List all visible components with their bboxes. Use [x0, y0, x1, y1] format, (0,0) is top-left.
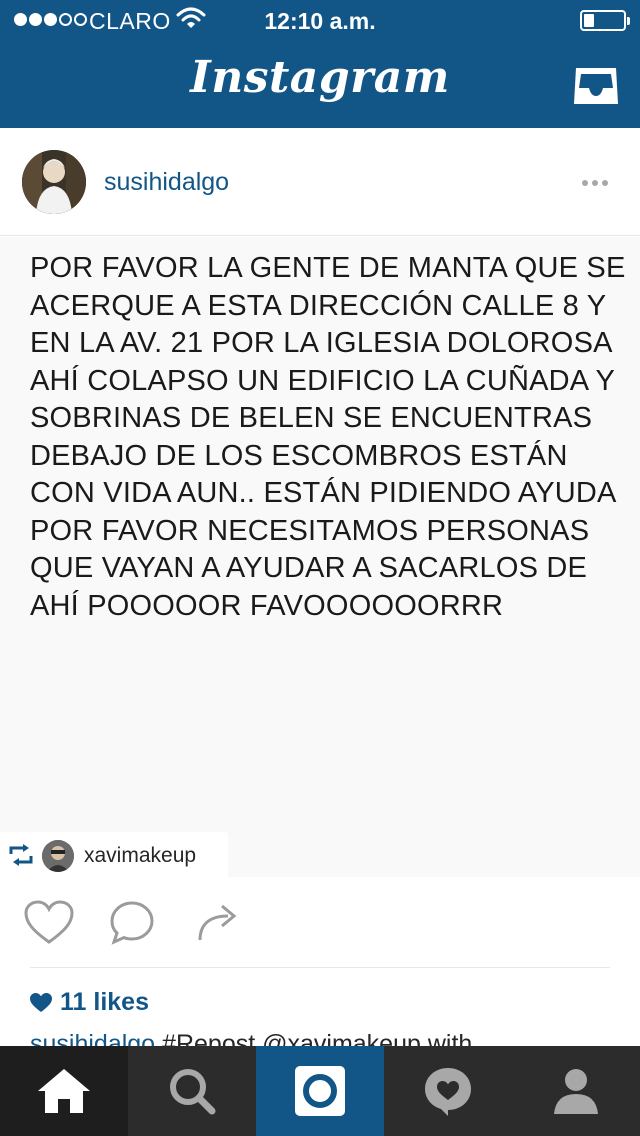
app-logo: Instagram — [190, 52, 450, 103]
search-icon — [170, 1069, 216, 1115]
camera-icon — [295, 1066, 345, 1116]
tab-profile[interactable] — [512, 1046, 640, 1136]
divider — [30, 967, 610, 968]
share-arrow-icon[interactable] — [196, 900, 240, 944]
likes-label: 11 likes — [60, 988, 149, 1016]
repost-user-avatar — [42, 840, 74, 872]
inbox-tray-icon[interactable] — [572, 66, 620, 106]
repost-icon — [9, 844, 33, 866]
heart-icon[interactable] — [24, 900, 74, 946]
activity-heart-icon — [425, 1068, 471, 1116]
likes-count[interactable]: 11 likes — [30, 988, 149, 1017]
clock: 12:10 a.m. — [264, 8, 376, 34]
user-avatar[interactable] — [22, 150, 86, 214]
post-username[interactable]: susihidalgo — [104, 168, 229, 197]
battery-icon — [580, 10, 630, 31]
bottom-tab-bar — [0, 1046, 640, 1136]
app-header: CLARO 12:10 a.m. Instagram — [0, 0, 640, 128]
post-image[interactable]: POR FAVOR LA GENTE DE MANTA QUE SE ACERQ… — [0, 237, 640, 877]
repost-username: xavimakeup — [84, 844, 197, 867]
tab-camera[interactable] — [256, 1046, 384, 1136]
post-actions: 11 likes susihidalgo #Repost @xavimakeup… — [0, 878, 640, 1058]
small-heart-icon — [30, 992, 52, 1012]
tab-search[interactable] — [128, 1046, 256, 1136]
repost-attribution[interactable]: xavimakeup — [0, 832, 228, 878]
home-icon — [38, 1069, 90, 1113]
comment-icon[interactable] — [108, 900, 156, 946]
post-header: susihidalgo — [0, 128, 640, 236]
profile-icon — [554, 1069, 598, 1114]
post-image-text: POR FAVOR LA GENTE DE MANTA QUE SE ACERQ… — [30, 252, 626, 622]
status-bar: CLARO 12:10 a.m. — [0, 0, 640, 40]
tab-activity[interactable] — [384, 1046, 512, 1136]
tab-home[interactable] — [0, 1046, 128, 1136]
more-options-icon[interactable] — [582, 180, 608, 186]
